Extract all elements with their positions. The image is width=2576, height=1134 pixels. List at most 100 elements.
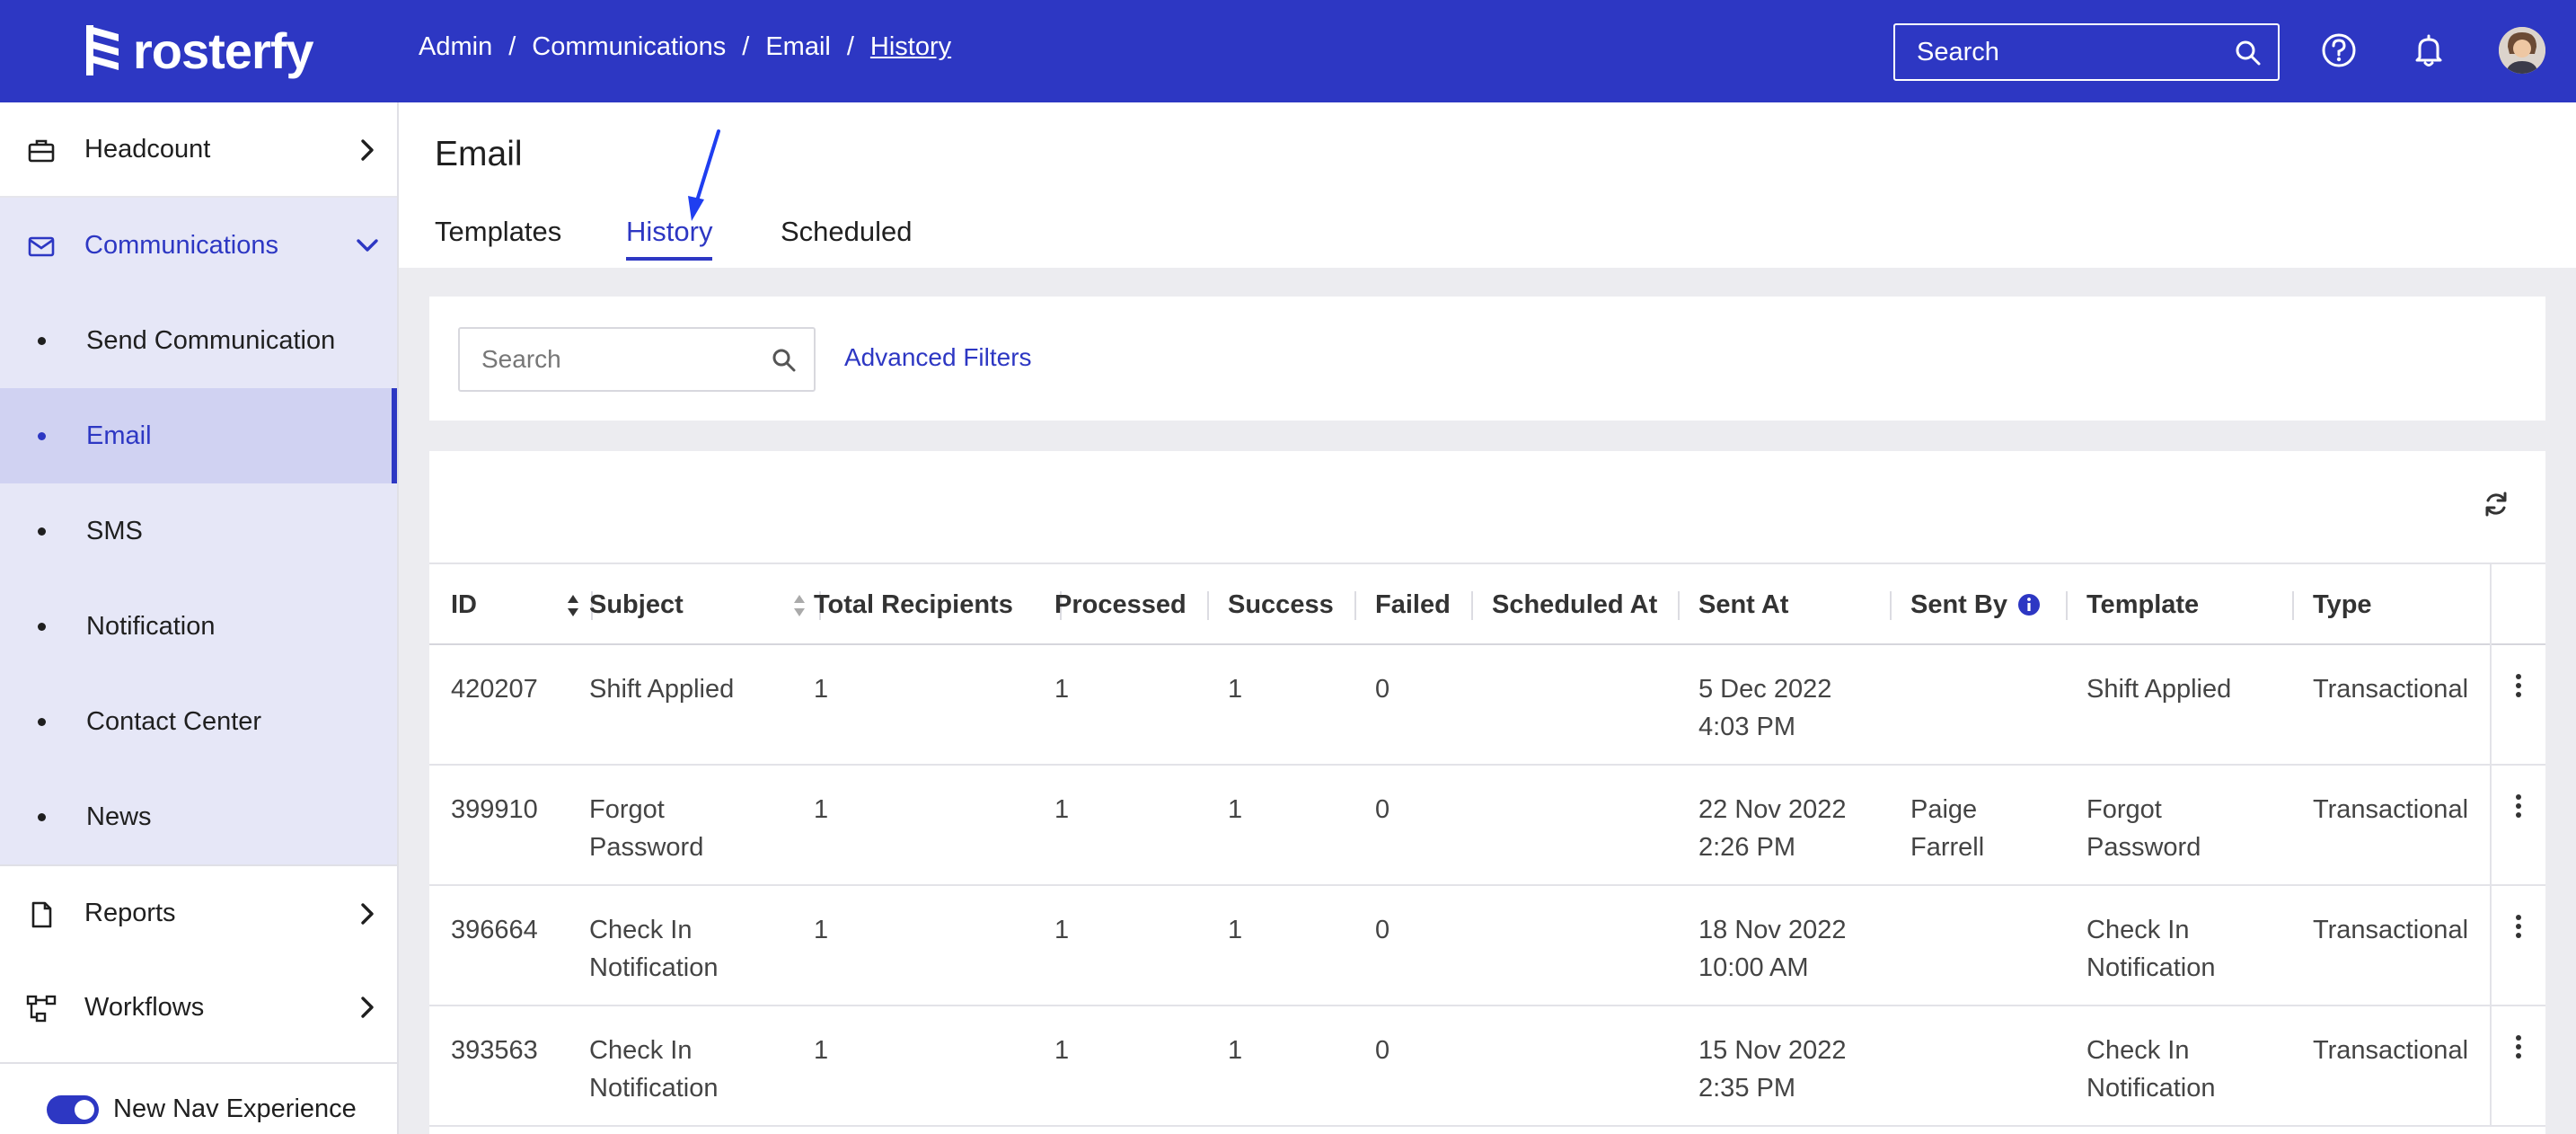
cell-line: Forgot: [2086, 795, 2162, 824]
chevron-down-icon: [357, 239, 378, 252]
breadcrumb-separator: /: [846, 32, 854, 61]
kebab-menu-icon[interactable]: [2511, 1033, 2526, 1060]
column-header-sent-at[interactable]: Sent At: [1698, 564, 1788, 645]
bell-icon[interactable]: [2409, 31, 2448, 70]
kebab-menu-icon[interactable]: [2511, 793, 2526, 819]
cell-failed: 0: [1375, 1036, 1390, 1065]
sidebar-item-communications[interactable]: Communications: [0, 198, 397, 293]
chevron-right-icon: [361, 997, 374, 1018]
column-header-processed[interactable]: Processed: [1054, 564, 1187, 645]
refresh-icon[interactable]: [2481, 489, 2511, 519]
avatar[interactable]: [2499, 27, 2545, 74]
rosterfy-logo[interactable]: rosterfy: [83, 22, 314, 79]
page-title: Email: [435, 135, 523, 173]
search-icon[interactable]: [2233, 38, 2263, 68]
search-icon[interactable]: [771, 347, 798, 374]
sidebar-item-news[interactable]: News: [0, 769, 397, 864]
column-header-failed[interactable]: Failed: [1375, 564, 1451, 645]
table-row[interactable]: 420207 Shift Applied 1 1 1 0 5 Dec 2022 …: [429, 645, 2545, 766]
sidebar-item-notification[interactable]: Notification: [0, 579, 397, 674]
new-nav-toggle-row: New Nav Experience: [47, 1094, 357, 1124]
kebab-menu-icon[interactable]: [2511, 672, 2526, 699]
cell-line: 10:00 AM: [1698, 953, 1809, 982]
table-row[interactable]: 393563 Check In Notification 1 1 1 0 15 …: [429, 1006, 2545, 1127]
cell-processed: 1: [1054, 1036, 1070, 1065]
column-header-id[interactable]: ID: [451, 564, 477, 645]
column-header-template[interactable]: Template: [2086, 564, 2199, 645]
history-search: [458, 327, 816, 392]
tab-templates[interactable]: Templates: [435, 216, 561, 257]
cell-subject: Check In Notification: [589, 911, 718, 987]
column-header-scheduled-at[interactable]: Scheduled At: [1492, 564, 1657, 645]
cell-type: Transactional: [2313, 795, 2469, 824]
kebab-menu-icon[interactable]: [2511, 913, 2526, 940]
cell-line: 5 Dec 2022: [1698, 675, 1832, 704]
sidebar-subitem-label: Notification: [86, 611, 216, 641]
column-header-type[interactable]: Type: [2313, 564, 2372, 645]
sidebar-item-workflows[interactable]: Workflows: [0, 960, 397, 1055]
sidebar-item-contact-center[interactable]: Contact Center: [0, 674, 397, 769]
brand-name: rosterfy: [133, 22, 314, 79]
bullet-icon: [38, 336, 46, 345]
history-search-input[interactable]: [460, 329, 814, 390]
cell-success: 1: [1228, 1036, 1243, 1065]
cell-line: 22 Nov 2022: [1698, 795, 1847, 824]
column-divider: [2066, 591, 2068, 620]
cell-id: 399910: [451, 795, 538, 824]
breadcrumb-email[interactable]: Email: [765, 32, 831, 62]
bullet-icon: [38, 527, 46, 536]
cell-processed: 1: [1054, 675, 1070, 704]
cell-processed: 1: [1054, 916, 1070, 944]
table-row[interactable]: 396664 Check In Notification 1 1 1 0 18 …: [429, 886, 2545, 1006]
briefcase-icon: [28, 139, 55, 163]
column-header-total-recipients[interactable]: Total Recipients: [814, 564, 1013, 645]
chevron-right-icon: [361, 903, 374, 925]
cell-template: Check In Notification: [2086, 1032, 2215, 1107]
cell-line: Password: [2086, 833, 2201, 862]
cell-id: 393563: [451, 1036, 538, 1065]
tab-scheduled[interactable]: Scheduled: [781, 216, 913, 257]
cell-line: 4:03 PM: [1698, 713, 1795, 741]
sidebar-item-send-communication[interactable]: Send Communication: [0, 293, 397, 388]
cell-line: Check In: [589, 1036, 693, 1065]
breadcrumb-history[interactable]: History: [870, 32, 951, 62]
breadcrumb-communications[interactable]: Communications: [532, 32, 726, 62]
help-icon[interactable]: [2319, 31, 2359, 70]
page-header: Email Templates History Scheduled: [399, 102, 2576, 268]
cell-template: Forgot Password: [2086, 791, 2201, 866]
cell-line: 15 Nov 2022: [1698, 1036, 1847, 1065]
cell-line: Shift Applied: [589, 675, 735, 704]
breadcrumb-admin[interactable]: Admin: [419, 32, 492, 62]
table-row[interactable]: 399910 Forgot Password 1 1 1 0 22 Nov 20…: [429, 766, 2545, 886]
column-divider: [1890, 591, 1892, 620]
sidebar-item-sms[interactable]: SMS: [0, 483, 397, 579]
sidebar-item-email[interactable]: Email: [0, 388, 397, 483]
column-header-subject[interactable]: Subject: [589, 564, 684, 645]
cell-id: 396664: [451, 916, 538, 944]
column-header-success[interactable]: Success: [1228, 564, 1334, 645]
column-header-sent-by[interactable]: Sent By: [1910, 564, 2042, 645]
sidebar-item-headcount[interactable]: Headcount: [0, 102, 397, 198]
info-icon[interactable]: [2016, 592, 2042, 617]
column-divider: [1471, 591, 1473, 620]
row-actions: [2490, 886, 2545, 1006]
cell-total-recipients: 1: [814, 675, 829, 704]
new-nav-toggle[interactable]: [47, 1094, 99, 1124]
global-search-input[interactable]: [1895, 25, 2278, 79]
cell-failed: 0: [1375, 795, 1390, 824]
cell-success: 1: [1228, 675, 1243, 704]
cell-line: Notification: [2086, 1074, 2216, 1103]
sort-arrows-icon[interactable]: [792, 593, 807, 618]
column-divider: [2292, 591, 2294, 620]
cell-failed: 0: [1375, 675, 1390, 704]
advanced-filters-link[interactable]: Advanced Filters: [844, 343, 1032, 372]
sidebar-item-reports[interactable]: Reports: [0, 864, 397, 960]
rosterfy-logo-icon: [86, 25, 119, 75]
breadcrumb-separator: /: [508, 32, 516, 61]
cell-line: 18 Nov 2022: [1698, 916, 1847, 944]
sort-arrows-icon[interactable]: [566, 593, 580, 618]
actions-column-divider: [2490, 564, 2492, 645]
sidebar-subitem-label: Email: [86, 421, 152, 450]
cell-line: 2:26 PM: [1698, 833, 1795, 862]
column-divider: [1207, 591, 1209, 620]
